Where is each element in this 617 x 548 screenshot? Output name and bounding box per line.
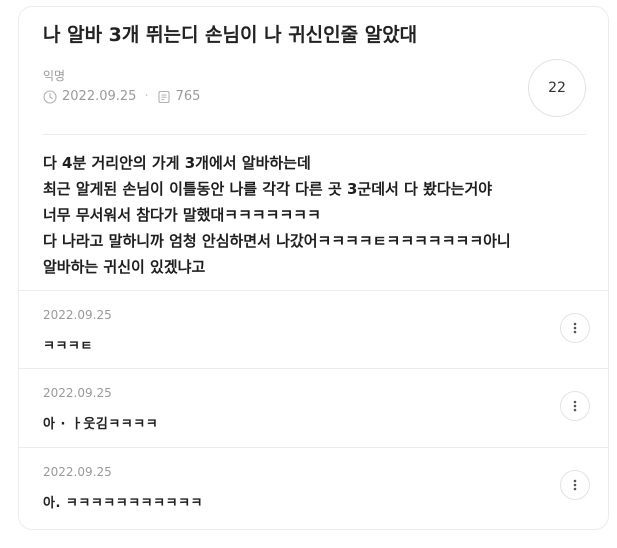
- comment-more-button[interactable]: [560, 391, 590, 421]
- document-icon: [158, 90, 170, 103]
- meta-separator: ·: [144, 89, 149, 104]
- clock-icon: [43, 89, 57, 104]
- post-meta: 2022.09.25 · 765: [43, 89, 200, 104]
- comment-date: 2022.09.25: [43, 465, 112, 479]
- comment-text: 아 · ㅏ웃김ㅋㅋㅋㅋ: [43, 417, 159, 432]
- comment-item: 2022.09.25 ㅋㅋㅋㅌ: [18, 290, 609, 369]
- post-card: 나 알바 3개 뛰는디 손님이 나 귀신인줄 알았대 익명 2022.09.25…: [18, 6, 609, 290]
- comment-more-button[interactable]: [560, 470, 590, 500]
- post-date: 2022.09.25: [62, 89, 137, 104]
- post-body-line: 다 4분 거리안의 가게 3개에서 알바하는데: [43, 154, 311, 172]
- comment-more-button[interactable]: [560, 313, 590, 343]
- post-body-line: 알바하는 귀신이 있겠냐고: [43, 258, 206, 276]
- comment-item: 2022.09.25 아. ㅋㅋㅋㅋㅋㅋㅋㅋㅋㅋㅋ: [18, 448, 609, 530]
- post-body-line: 최근 알게된 손님이 이틀동안 나를 각각 다른 곳 3군데서 다 봤다는거야: [43, 180, 493, 198]
- comment-count-badge[interactable]: 22: [528, 59, 586, 117]
- more-vertical-icon: [573, 322, 577, 334]
- post-body-line: 너무 무서워서 참다가 말했대ㅋㅋㅋㅋㅋㅋㅋ: [43, 206, 321, 224]
- post-body: 다 4분 거리안의 가게 3개에서 알바하는데 최근 알게된 손님이 이틀동안 …: [43, 150, 511, 280]
- post-body-line: 다 나라고 말하니까 엄청 안심하면서 나갔어ㅋㅋㅋㅋㅌㅋㅋㅋㅋㅋㅋㅋ아니: [43, 232, 511, 250]
- divider: [43, 134, 586, 135]
- post-title: 나 알바 3개 뛰는디 손님이 나 귀신인줄 알았대: [43, 24, 418, 46]
- more-vertical-icon: [573, 400, 577, 412]
- comment-text: 아. ㅋㅋㅋㅋㅋㅋㅋㅋㅋㅋㅋ: [43, 496, 203, 511]
- more-vertical-icon: [573, 479, 577, 491]
- post-views: 765: [175, 89, 201, 104]
- comment-date: 2022.09.25: [43, 308, 112, 322]
- comment-text: ㅋㅋㅋㅌ: [43, 339, 93, 354]
- comment-list: 2022.09.25 ㅋㅋㅋㅌ 2022.09.25 아 · ㅏ웃김ㅋㅋㅋㅋ 2…: [18, 290, 609, 530]
- post-author: 익명: [43, 69, 66, 83]
- comment-date: 2022.09.25: [43, 386, 112, 400]
- comment-item: 2022.09.25 아 · ㅏ웃김ㅋㅋㅋㅋ: [18, 369, 609, 448]
